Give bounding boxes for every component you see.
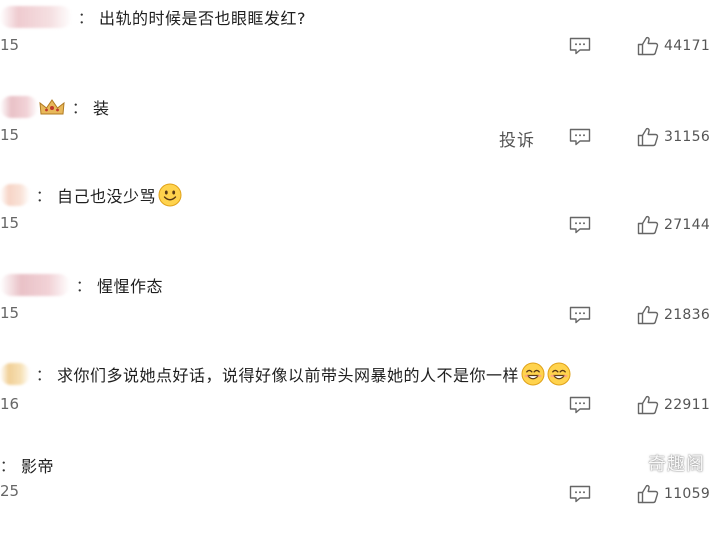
comment-item: ： 装 15 投诉 31156	[0, 90, 719, 180]
comment-reply-icon[interactable]	[569, 485, 591, 503]
comment-item: ： 出轨的时候是否也眼眶发红? 15 44171	[0, 0, 719, 90]
username-redacted[interactable]	[0, 184, 30, 206]
comment-item: ： 求你们多说她点好话，说得好像以前带头网暴她的人不是你一样 16 22911	[0, 357, 719, 447]
comment-text: 求你们多说她点好话，说得好像以前带头网暴她的人不是你一样	[57, 366, 520, 385]
like-count: 27144	[664, 217, 711, 233]
colon-separator: ：	[76, 276, 92, 295]
thumbs-up-icon[interactable]	[637, 305, 659, 325]
comment-time: 16	[0, 395, 20, 413]
comment-time: 25	[0, 482, 20, 500]
comment-reply-icon[interactable]	[569, 216, 591, 234]
comment-reply-icon[interactable]	[569, 396, 591, 414]
grin-emoji-icon	[547, 362, 571, 386]
thumbs-up-icon[interactable]	[637, 484, 659, 504]
comment-text: 影帝	[21, 457, 55, 476]
like-count: 31156	[664, 129, 711, 145]
comment-reply-icon[interactable]	[569, 306, 591, 324]
watermark-text: 奇趣阁	[648, 454, 705, 475]
comment-time: 15	[0, 126, 20, 144]
thumbs-up-icon[interactable]	[637, 215, 659, 235]
complain-button[interactable]: 投诉	[499, 126, 535, 151]
like-count: 44171	[664, 38, 711, 54]
comment-time: 15	[0, 36, 20, 54]
crown-badge-icon	[39, 99, 65, 115]
username-redacted[interactable]	[0, 363, 30, 385]
comment-time: 15	[0, 304, 20, 322]
colon-separator: ：	[36, 365, 52, 384]
colon-separator: ：	[36, 186, 52, 205]
comment-text: 自己也没少骂	[57, 187, 157, 206]
comment-text: 出轨的时候是否也眼眶发红?	[99, 9, 307, 28]
thumbs-up-icon[interactable]	[637, 127, 659, 147]
thumbs-up-icon[interactable]	[637, 395, 659, 415]
comment-item: ： 自己也没少骂 15 27144	[0, 178, 719, 268]
colon-separator: ：	[78, 8, 94, 27]
thumbs-up-icon[interactable]	[637, 36, 659, 56]
comment-text: 惺惺作态	[97, 277, 164, 296]
comment-text: 装	[93, 99, 110, 118]
like-count: 22911	[664, 397, 711, 413]
comment-reply-icon[interactable]	[569, 128, 591, 146]
smile-emoji-icon	[158, 183, 182, 207]
comment-time: 15	[0, 214, 20, 232]
username-redacted[interactable]	[0, 96, 38, 118]
like-count: 11059	[664, 486, 711, 502]
colon-separator: ：	[72, 98, 88, 117]
comment-item: ： 影帝 25 11059	[0, 448, 719, 538]
comment-item: ： 惺惺作态 15 21836	[0, 268, 719, 358]
like-count: 21836	[664, 307, 711, 323]
grin-emoji-icon	[521, 362, 545, 386]
username-redacted[interactable]	[0, 6, 72, 28]
username-redacted[interactable]	[0, 274, 70, 296]
colon-separator: ：	[0, 456, 16, 475]
comment-reply-icon[interactable]	[569, 37, 591, 55]
